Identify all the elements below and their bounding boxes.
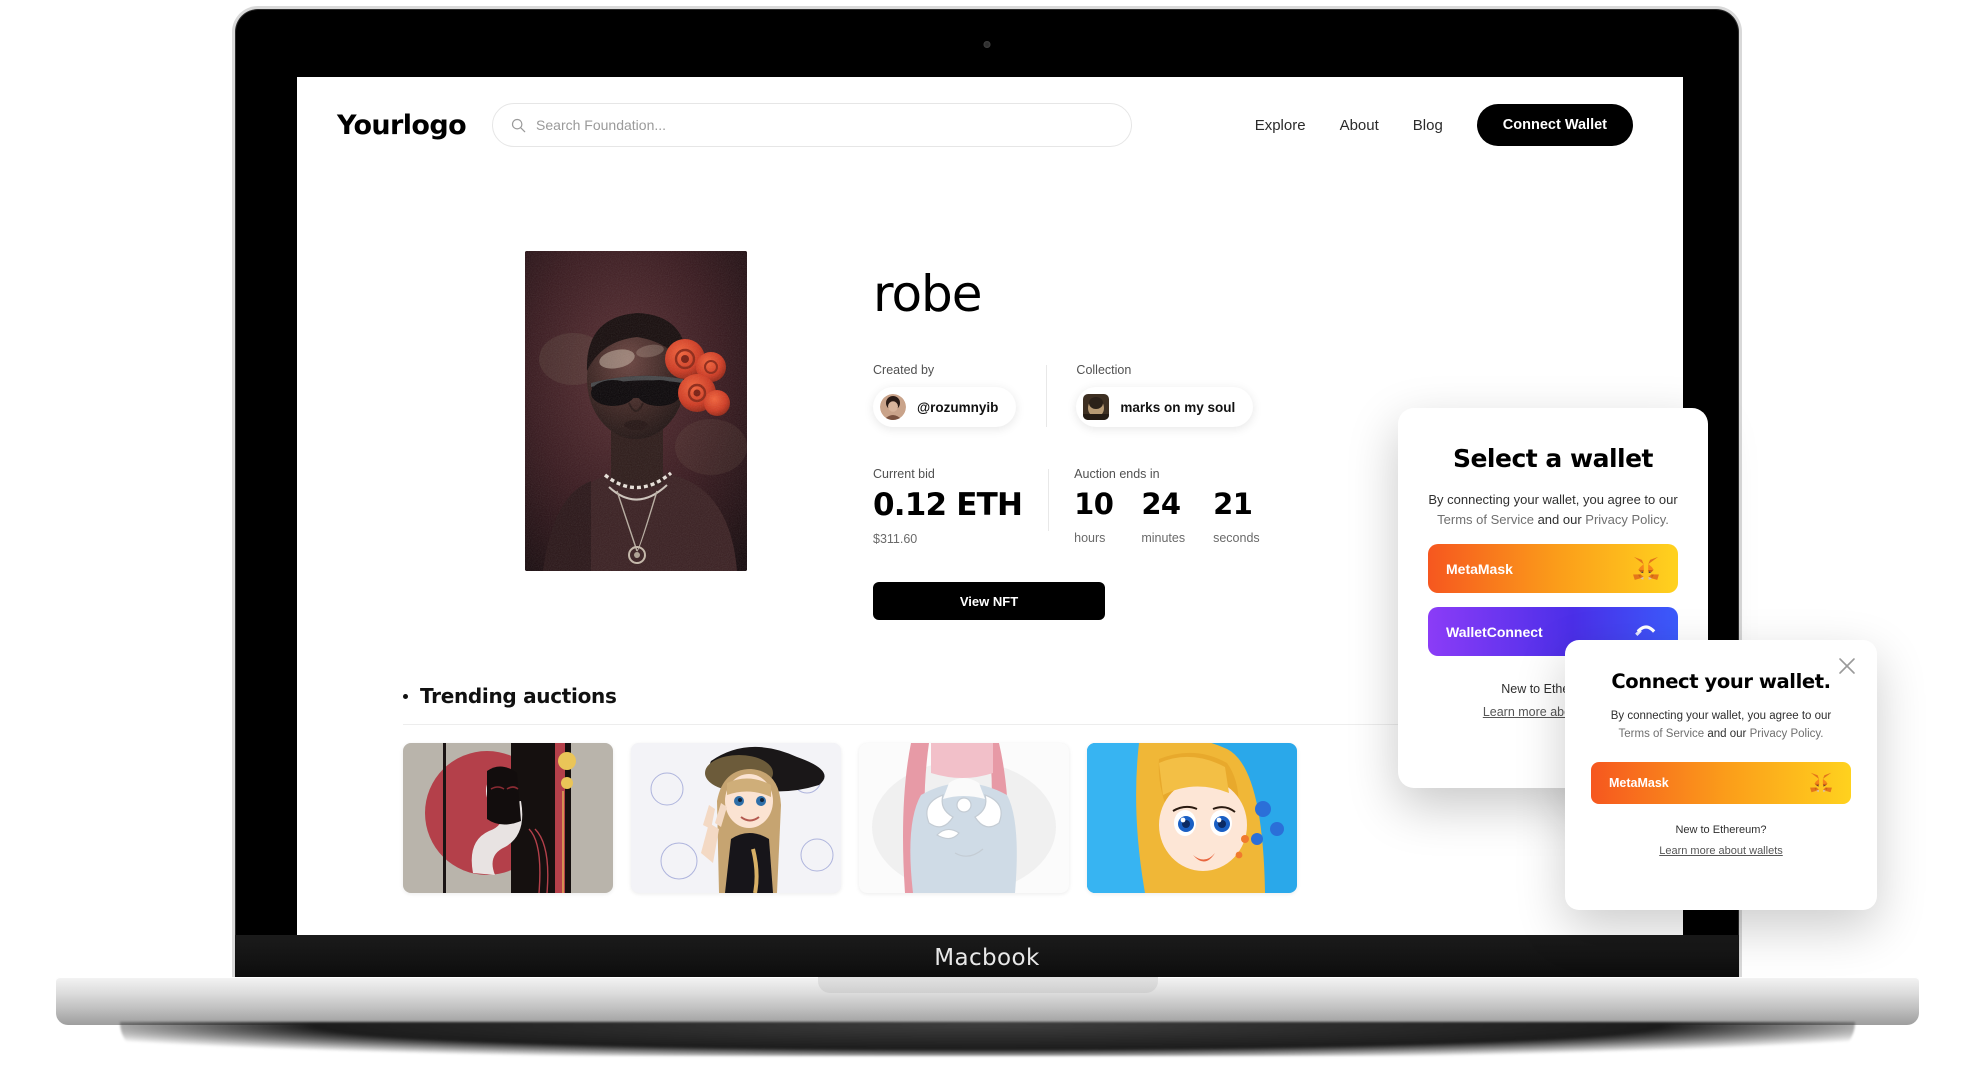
laptop-chin: Macbook [235,935,1739,981]
trending-card-1[interactable] [403,743,613,893]
laptop-mockup-scene: Yourlogo Explore About Blog Connect Wall… [0,0,1975,1080]
creator-chip[interactable]: @rozumnyib [873,387,1017,427]
nft-meta-row: Created by @rozumnyib Collection marks o… [873,363,1260,427]
metamask-fox-icon [1633,556,1659,580]
current-bid-usd: $311.60 [873,532,918,546]
current-bid-label: Current bid [873,467,935,481]
nft-title: robe [873,265,983,323]
nav-link-about[interactable]: About [1340,117,1379,134]
collection-block: Collection marks on my soul [1046,363,1254,427]
and-our-text: and our [1533,512,1586,528]
connect-wallet-title: Connect your wallet. [1611,670,1831,693]
search-input[interactable] [536,117,1114,133]
connect-consent-line: By connecting your wallet, you agree to … [1610,710,1832,722]
device-label: Macbook [934,945,1040,971]
select-wallet-consent-line: By connecting your wallet, you agree to … [1428,492,1678,507]
countdown-hours-label: hours [1074,531,1106,545]
connect-new-to-ethereum-text: New to Ethereum? [1675,823,1767,836]
countdown-hours-value: 10 [1074,487,1114,521]
view-nft-button[interactable]: View NFT [873,582,1105,620]
created-by-block: Created by @rozumnyib [873,363,1017,427]
connect-terms-link[interactable]: Terms of Service [1619,728,1705,740]
connect-wallet-footnote: New to Ethereum? Learn more about wallet… [1591,824,1851,857]
current-bid-value: 0.12 ETH [873,487,1023,523]
laptop-base-notch [817,977,1158,993]
privacy-policy-link[interactable]: Privacy Policy. [1585,512,1669,527]
close-icon[interactable] [1837,656,1857,676]
countdown-minutes-value: 24 [1141,487,1181,521]
bullet-icon [403,693,408,699]
connect-metamask-button[interactable]: MetaMask [1591,761,1851,804]
created-by-label: Created by [873,363,935,377]
search-bar[interactable] [492,103,1133,147]
bid-and-auction-row: Current bid 0.12 ETH $311.60 Auction end… [873,467,1260,546]
metamask-fox-icon [1810,772,1832,793]
nft-detail-panel: robe Created by @rozumnyib Collection ma… [873,251,1260,620]
countdown-minutes: 24 minutes [1141,487,1185,545]
avatar [880,394,906,420]
metamask-wallet-button[interactable]: MetaMask [1428,544,1678,594]
auction-ends-label: Auction ends in [1074,467,1160,481]
select-wallet-title: Select a wallet [1452,444,1654,473]
connect-learn-more-link[interactable]: Learn more about wallets [1591,845,1851,857]
laptop-base [56,977,1919,1025]
creator-handle: @rozumnyib [917,399,999,415]
collection-label: Collection [1076,363,1132,377]
connect-wallet-modal: Connect your wallet. By connecting your … [1565,640,1877,910]
select-wallet-consent: By connecting your wallet, you agree to … [1428,490,1678,530]
countdown-seconds-label: seconds [1213,531,1260,545]
countdown-hours: 10 hours [1074,487,1114,545]
nav-link-blog[interactable]: Blog [1413,117,1443,134]
countdown-units: 10 hours 24 minutes 21 seconds [1074,487,1260,545]
countdown-seconds-value: 21 [1213,487,1253,521]
nav-link-explore[interactable]: Explore [1255,117,1306,134]
trending-card-2[interactable] [631,743,841,893]
current-bid-block: Current bid 0.12 ETH $311.60 [873,467,1023,546]
metamask-label: MetaMask [1446,560,1513,577]
terms-of-service-link[interactable]: Terms of Service [1437,512,1534,527]
walletconnect-label: WalletConnect [1446,623,1543,640]
site-logo[interactable]: Yourlogo [337,110,467,141]
collection-thumbnail [1083,394,1110,420]
search-icon [511,118,526,132]
laptop-shadow [120,1022,1855,1056]
connect-privacy-link[interactable]: Privacy Policy. [1750,728,1824,740]
main-nav: Explore About Blog Connect Wallet [1255,104,1633,146]
collection-chip[interactable]: marks on my soul [1076,387,1254,427]
collection-name: marks on my soul [1120,399,1236,415]
countdown-seconds: 21 seconds [1213,487,1260,545]
site-header: Yourlogo Explore About Blog Connect Wall… [297,77,1683,173]
connect-and-our-text: and our [1704,728,1750,741]
connect-wallet-button[interactable]: Connect Wallet [1476,104,1633,146]
auction-countdown-block: Auction ends in 10 hours 24 minutes 21 s… [1048,467,1260,545]
webcam-icon [983,41,991,48]
countdown-minutes-label: minutes [1141,531,1186,545]
connect-wallet-consent: By connecting your wallet, you agree to … [1591,707,1851,744]
nft-artwork-image[interactable] [525,251,747,571]
trending-title: Trending auctions [420,684,617,708]
connect-metamask-label: MetaMask [1609,775,1669,790]
trending-card-4[interactable] [1087,743,1297,893]
trending-card-3[interactable] [859,743,1069,893]
